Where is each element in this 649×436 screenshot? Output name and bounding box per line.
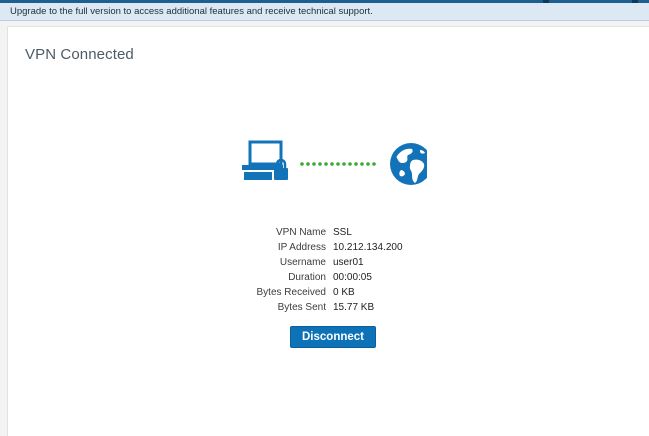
vpn-info-row: VPN Name SSL [208, 225, 508, 240]
vpn-info-row: Duration 00:00:05 [208, 270, 508, 285]
globe-icon [390, 143, 427, 185]
upgrade-banner-text: Upgrade to the full version to access ad… [10, 6, 373, 17]
ip-address-label: IP Address [277, 242, 326, 253]
vpn-info-row: IP Address 10.212.134.200 [208, 240, 508, 255]
vpn-name-value: SSL [333, 227, 352, 238]
vpn-connection-graphic [242, 140, 427, 185]
username-value: user01 [333, 257, 364, 268]
upgrade-banner: Upgrade to the full version to access ad… [0, 3, 649, 21]
vpn-info-table: VPN Name SSL IP Address 10.212.134.200 U… [208, 225, 508, 315]
bytes-received-label: Bytes Received [256, 287, 326, 298]
vpn-info-row: Bytes Received 0 KB [208, 285, 508, 300]
bytes-sent-value: 15.77 KB [333, 302, 375, 313]
duration-label: Duration [288, 272, 326, 283]
disconnect-button[interactable]: Disconnect [290, 326, 376, 348]
page-title: VPN Connected [25, 46, 134, 63]
vpn-status-panel: VPN Connected VPN Name SSL IP Address 10… [7, 26, 649, 436]
vpn-name-label: VPN Name [275, 227, 326, 238]
ip-address-value: 10.212.134.200 [333, 242, 403, 253]
dotted-connection-icon [300, 162, 376, 166]
bytes-received-value: 0 KB [333, 287, 355, 298]
vpn-info-row: Username user01 [208, 255, 508, 270]
username-label: Username [279, 257, 326, 268]
bytes-sent-label: Bytes Sent [277, 302, 326, 313]
computer-lock-icon [242, 140, 288, 180]
duration-value: 00:00:05 [333, 272, 372, 283]
vpn-info-row: Bytes Sent 15.77 KB [208, 300, 508, 315]
